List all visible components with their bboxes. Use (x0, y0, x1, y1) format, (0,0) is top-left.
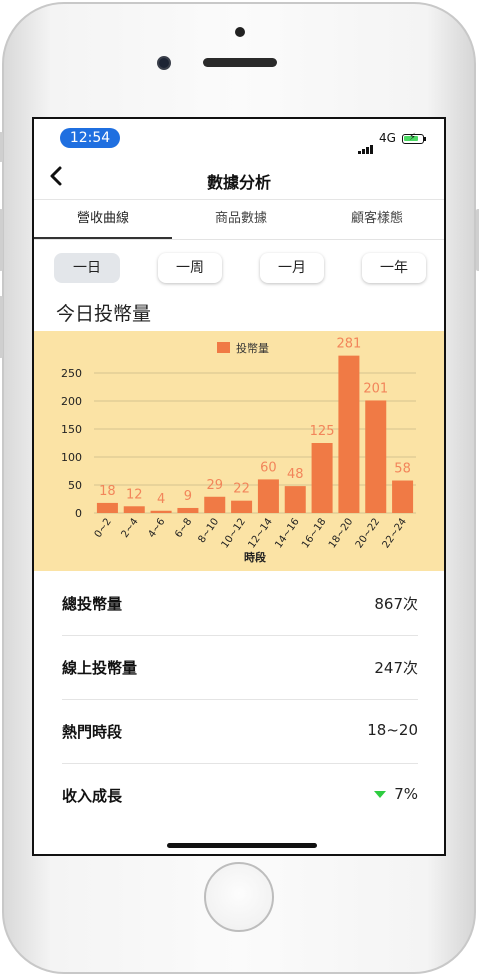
battery-tip (424, 137, 426, 141)
bar (284, 486, 306, 513)
y-tick-label: 200 (61, 395, 82, 408)
data-label: 22 (233, 482, 250, 497)
x-tick-label: 22~24 (381, 516, 409, 550)
stat-row-total: 總投幣量 867次 (62, 571, 418, 636)
app-screen: 12:54 4G ⚡ 數據分析 營收曲線 商品數據 顧客樣態 一日 一周 一月 … (32, 117, 446, 856)
stat-row-online: 線上投幣量 247次 (62, 635, 418, 700)
bar (231, 500, 253, 513)
data-label: 281 (337, 337, 362, 352)
page-title: 數據分析 (206, 173, 271, 192)
range-day-button[interactable]: 一日 (54, 253, 120, 283)
status-bar: 12:54 4G ⚡ (34, 119, 444, 157)
tab-customer-profile[interactable]: 顧客樣態 (310, 199, 444, 239)
bar (338, 355, 360, 513)
data-label: 125 (310, 424, 335, 439)
chart-svg: 投幣量 0 50 100 150 200 250 18 0~2 12 2~4 4 4~6 9 6~8 29 8~… (61, 337, 416, 564)
status-time: 12:54 (60, 128, 120, 148)
y-tick-label: 250 (61, 367, 82, 380)
stat-label: 熱門時段 (62, 723, 123, 741)
x-tick-label: 20~22 (354, 516, 382, 550)
tab-revenue-curve[interactable]: 營收曲線 (34, 199, 172, 239)
stat-value: 867次 (374, 595, 418, 613)
bar (150, 510, 172, 513)
x-tick-label: 10~12 (220, 516, 248, 550)
stat-label: 收入成長 (62, 787, 123, 805)
nav-bar: 數據分析 (34, 157, 444, 200)
data-label: 58 (394, 462, 411, 477)
y-tick-label: 150 (61, 423, 82, 436)
home-indicator (167, 843, 317, 848)
tab-product-data[interactable]: 商品數據 (172, 199, 310, 239)
stat-row-peak: 熱門時段 18~20 (62, 699, 418, 764)
bar (311, 443, 333, 513)
sensor-dot (235, 27, 245, 37)
volume-down-button (0, 296, 3, 358)
data-label: 29 (206, 478, 223, 493)
stat-value: 247次 (374, 659, 418, 677)
x-tick-label: 18~20 (327, 516, 355, 550)
range-year-button[interactable]: 一年 (362, 253, 426, 283)
triangle-down-icon (374, 791, 387, 798)
bar (204, 496, 226, 513)
bar (365, 400, 387, 513)
volume-up-button (0, 209, 3, 271)
data-label: 4 (157, 492, 165, 507)
earpiece-speaker (203, 58, 277, 67)
legend-label: 投幣量 (236, 341, 269, 355)
y-tick-label: 50 (68, 479, 82, 492)
stat-label: 總投幣量 (62, 595, 123, 613)
stat-value: 18~20 (367, 721, 418, 739)
data-label: 48 (287, 467, 304, 482)
legend-swatch (217, 342, 230, 353)
x-tick-label: 14~16 (273, 516, 301, 550)
bar (392, 480, 414, 513)
data-label: 12 (126, 487, 143, 502)
bar (96, 502, 118, 513)
section-title: 今日投幣量 (56, 303, 152, 325)
x-tick-label: 8~10 (196, 516, 221, 545)
data-label: 18 (99, 484, 116, 499)
stat-row-growth: 收入成長 7% (62, 763, 418, 827)
x-tick-label: 16~18 (300, 516, 328, 550)
y-tick-label: 0 (75, 507, 82, 520)
coin-chart: 投幣量 0 50 100 150 200 250 18 0~2 12 2~4 4 4~6 9 6~8 29 8~… (34, 331, 444, 571)
bar (123, 506, 145, 513)
range-week-button[interactable]: 一周 (158, 253, 222, 283)
bar (177, 507, 199, 513)
stat-label: 線上投幣量 (62, 659, 138, 677)
data-label: 9 (184, 489, 192, 504)
tab-bar: 營收曲線 商品數據 顧客樣態 (34, 199, 444, 240)
x-tick-label: 0~2 (93, 516, 114, 540)
network-label: 4G (379, 131, 396, 145)
x-axis-label: 時段 (244, 550, 266, 564)
front-camera (157, 56, 171, 70)
data-label: 201 (363, 381, 388, 396)
x-tick-label: 2~4 (120, 516, 141, 540)
data-label: 60 (260, 460, 277, 475)
home-button[interactable] (204, 862, 274, 932)
signal-icon (358, 135, 374, 154)
mute-switch (0, 132, 3, 162)
stat-value-growth: 7% (374, 785, 418, 803)
x-tick-label: 6~8 (173, 516, 194, 540)
y-tick-label: 100 (61, 451, 82, 464)
x-tick-label: 4~6 (146, 516, 167, 540)
battery-icon: ⚡ (402, 132, 424, 144)
x-tick-label: 12~14 (246, 516, 274, 550)
growth-value: 7% (394, 785, 418, 803)
bar (257, 479, 279, 513)
range-month-button[interactable]: 一月 (260, 253, 324, 283)
